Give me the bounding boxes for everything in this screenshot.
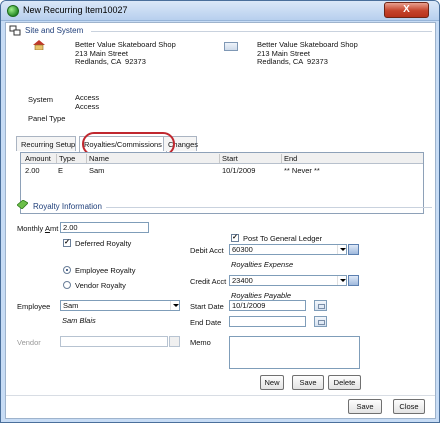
debit-acct-lookup-button[interactable] <box>348 244 359 255</box>
billing-city: Redlands, CA 92373 <box>257 57 328 66</box>
chevron-down-icon[interactable] <box>337 245 346 254</box>
site-system-icon <box>9 25 21 36</box>
recurring-item-window: New Recurring Item10027 X Site and Syste… <box>0 0 440 423</box>
close-window-button[interactable]: X <box>384 2 429 18</box>
grid-col-amount[interactable]: Amount <box>23 154 51 163</box>
debit-acct-label: Debit Acct <box>190 246 224 255</box>
system-values: Access Access <box>75 93 100 111</box>
vendor-royalty-radio[interactable] <box>63 281 71 289</box>
close-button[interactable]: Close <box>393 399 425 414</box>
vendor-lookup-button[interactable] <box>169 336 180 347</box>
app-icon <box>7 5 19 17</box>
site-system-header: Site and System <box>25 26 84 35</box>
deferred-royalty-label[interactable]: Deferred Royalty <box>75 239 131 248</box>
grid-col-name[interactable]: Name <box>86 154 109 163</box>
cell-type: E <box>58 166 64 175</box>
cell-end: ** Never ** <box>284 166 320 175</box>
memo-textarea[interactable] <box>229 336 360 369</box>
system-label: System <box>28 95 54 104</box>
window-client-area: Site and System Better Value Skateboard … <box>5 22 436 419</box>
memo-label: Memo <box>190 338 211 347</box>
window-title: New Recurring Item10027 <box>23 5 128 15</box>
monthly-amt-input[interactable]: 2.00 <box>60 222 149 233</box>
employee-royalty-label[interactable]: Employee Royalty <box>75 266 135 275</box>
house-icon <box>33 40 45 50</box>
employee-royalty-radio[interactable] <box>63 266 71 274</box>
tab-changes[interactable]: Changes <box>163 136 198 151</box>
end-date-input[interactable] <box>229 316 306 327</box>
system-value-2: Access <box>75 101 100 111</box>
site-system-divider <box>91 31 432 32</box>
new-royalty-button[interactable]: New <box>260 375 284 390</box>
footer-divider <box>6 395 435 396</box>
save-button[interactable]: Save <box>348 399 382 414</box>
credit-acct-lookup-button[interactable] <box>348 275 359 286</box>
title-bar[interactable]: New Recurring Item10027 X <box>1 1 439 21</box>
employee-fullname: Sam Blais <box>62 316 96 325</box>
billing-address: Better Value Skateboard Shop 213 Main Str… <box>257 40 358 67</box>
calendar-icon[interactable] <box>314 300 327 311</box>
credit-acct-value: 23400 <box>232 276 253 285</box>
site-city: Redlands, CA 92373 <box>75 57 146 66</box>
debit-acct-value: 60300 <box>232 245 253 254</box>
credit-acct-select[interactable]: 23400 <box>229 275 347 286</box>
deferred-royalty-checkbox[interactable]: ✓ <box>63 239 71 247</box>
cell-name: Sam <box>89 166 105 175</box>
cell-amount: 2.00 <box>25 166 40 175</box>
end-date-label: End Date <box>190 318 222 327</box>
debit-acct-desc: Royalties Expense <box>231 260 294 269</box>
employee-select[interactable]: Sam <box>60 300 180 311</box>
post-gl-checkbox[interactable]: ✓ <box>231 234 239 242</box>
vendor-label: Vendor <box>17 338 41 347</box>
billing-card-icon <box>224 42 238 51</box>
start-date-input[interactable]: 10/1/2009 <box>229 300 306 311</box>
grid-col-type[interactable]: Type <box>56 154 75 163</box>
employee-label: Employee <box>17 302 51 311</box>
royalty-info-divider <box>106 207 432 208</box>
monthly-amt-label-post: mt <box>49 224 59 233</box>
monthly-amt-label-pre: Monthly <box>17 224 45 233</box>
vendor-royalty-label[interactable]: Vendor Royalty <box>75 281 126 290</box>
start-date-label: Start Date <box>190 302 224 311</box>
tab-royalties-commissions[interactable]: Royalties/Commissions <box>79 136 167 152</box>
monthly-amt-label: Monthly Amt <box>17 224 58 233</box>
debit-acct-select[interactable]: 60300 <box>229 244 347 255</box>
royalty-info-header: Royalty Information <box>33 202 102 211</box>
employee-select-value: Sam <box>63 301 79 310</box>
delete-royalty-button[interactable]: Delete <box>328 375 361 390</box>
save-royalty-button[interactable]: Save <box>292 375 324 390</box>
grid-header: Amount Type Name Start End <box>21 153 423 164</box>
calendar-icon[interactable] <box>314 316 327 327</box>
tab-recurring-setup[interactable]: Recurring Setup <box>16 136 76 151</box>
credit-acct-desc: Royalties Payable <box>231 291 292 300</box>
site-address: Better Value Skateboard Shop 213 Main Str… <box>75 40 176 67</box>
cell-start: 10/1/2009 <box>222 166 256 175</box>
money-icon <box>17 200 28 209</box>
vendor-input[interactable] <box>60 336 168 347</box>
credit-acct-label: Credit Acct <box>190 277 227 286</box>
post-gl-label[interactable]: Post To General Ledger <box>243 234 322 243</box>
chevron-down-icon[interactable] <box>337 276 346 285</box>
chevron-down-icon[interactable] <box>170 301 179 310</box>
grid-col-end[interactable]: End <box>281 154 297 163</box>
grid-col-start[interactable]: Start <box>219 154 238 163</box>
panel-type-label: Panel Type <box>28 114 66 123</box>
